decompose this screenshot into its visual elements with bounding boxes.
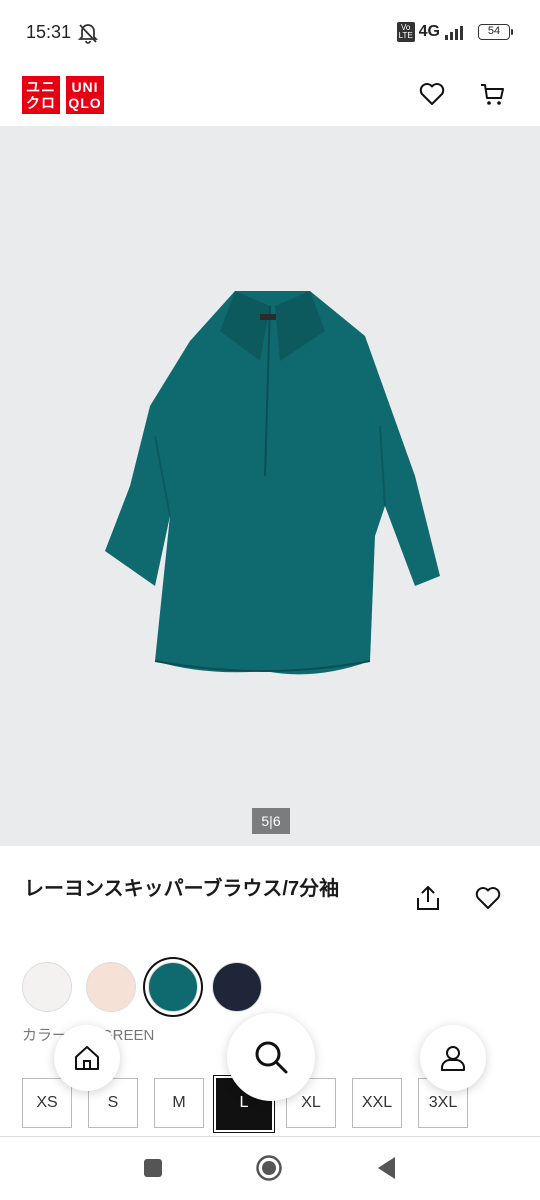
size-xs[interactable]: XS	[22, 1078, 72, 1128]
gallery-pager: 5|6	[252, 808, 290, 834]
logo-latin: UNI QLO	[66, 76, 104, 114]
signal-icon	[445, 26, 463, 40]
app-header: ユニ クロ UNI QLO	[0, 66, 540, 126]
swatch-green[interactable]	[148, 962, 198, 1012]
home-icon	[75, 1046, 99, 1070]
favorite-heart-icon[interactable]	[474, 884, 502, 912]
product-title: レーヨンスキッパーブラウス/7分袖	[24, 878, 340, 900]
status-indicators: Vo LTE 4G 54	[396, 22, 513, 42]
home-circle-icon[interactable]	[255, 1154, 283, 1182]
recents-icon[interactable]	[142, 1157, 164, 1179]
search-button[interactable]	[227, 1013, 315, 1101]
product-image	[105, 291, 440, 675]
logo-katakana: ユニ クロ	[22, 76, 60, 114]
size-m[interactable]: M	[154, 1078, 204, 1128]
cart-icon[interactable]	[478, 80, 506, 108]
bell-muted-icon	[78, 24, 98, 44]
swatch-white[interactable]	[22, 962, 72, 1012]
swatch-navy[interactable]	[212, 962, 262, 1012]
product-image-gallery[interactable]: 5|6	[0, 126, 540, 846]
uniqlo-logo[interactable]: ユニ クロ UNI QLO	[22, 76, 104, 114]
share-icon[interactable]	[414, 884, 442, 912]
battery-icon: 54	[478, 24, 513, 40]
network-type: 4G	[418, 23, 440, 40]
account-icon	[441, 1046, 465, 1071]
size-xxl[interactable]: XXL	[352, 1078, 402, 1128]
system-navigation-bar	[0, 1137, 540, 1200]
heart-icon[interactable]	[418, 80, 446, 108]
back-icon[interactable]	[375, 1155, 399, 1181]
status-bar: 15:31 Vo LTE 4G 54	[0, 0, 540, 66]
volte-icon: Vo LTE	[396, 22, 415, 42]
home-button[interactable]	[54, 1025, 120, 1091]
search-icon	[255, 1041, 288, 1074]
status-time: 15:31	[26, 22, 72, 42]
swatch-pink[interactable]	[86, 962, 136, 1012]
account-button[interactable]	[420, 1025, 486, 1091]
